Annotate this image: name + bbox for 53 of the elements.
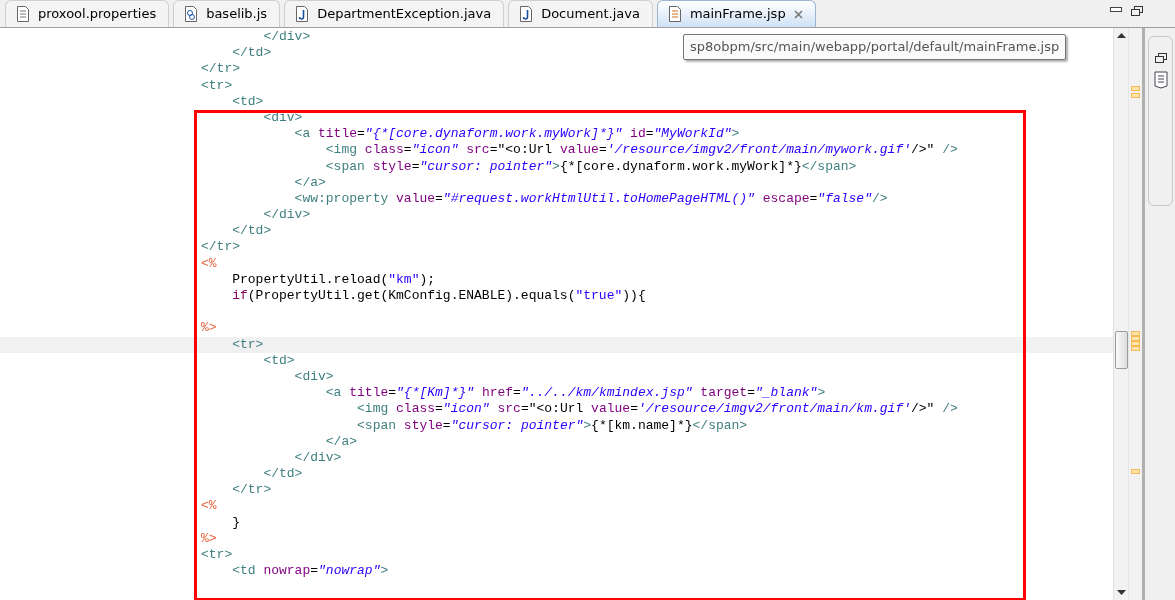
code-line: <div> [262,109,303,125]
restore-icon[interactable] [1154,53,1167,63]
code-line: </td> [231,45,272,61]
code-line: %> [201,320,217,336]
code-line: } [231,514,240,530]
code-line: <span style="cursor: pointer">{*[km.name]*}</span> [356,417,748,433]
code-line: <img class="icon" src="<o:Url value='/resource/imgv2/front/main/km.gif'/>" /> [356,401,958,417]
java-file-icon [295,6,310,22]
minimize-icon[interactable] [1110,7,1122,12]
web-file-icon [667,6,682,22]
code-line: <% [201,498,217,514]
code-line: </td> [231,223,272,239]
code-line: </tr> [201,239,240,255]
code-line: <div> [293,368,334,384]
scroll-up-icon[interactable] [1117,33,1126,38]
file-tab[interactable]: baselib.js [173,0,281,27]
code-line: if(PropertyUtil.get(KmConfig.ENABLE).equals("true")){ [231,288,646,303]
code-line: PropertyUtil.reload("km"); [231,271,436,287]
document-icon[interactable] [1153,71,1168,89]
file-tab[interactable]: DepartmentException.java [284,0,505,27]
code-line: </div> [293,449,342,465]
file-tab[interactable]: Document.java [508,0,653,27]
code-line: </tr> [231,482,272,498]
script-file-icon [184,6,199,22]
code-line: <img class="icon" src="<o:Url value='/resource/imgv2/front/main/mywork.gif'/>" /> [324,142,958,158]
code-line: <td nowrap="nowrap"> [231,563,389,579]
code-line: <a title="{*[core.dynaform.work.myWork]*}" id="MyWorkId"> [293,126,740,142]
code-line: <td> [262,352,295,368]
tooltip: sp8obpm/src/main/webapp/portal/default/mainFrame.jsp [683,34,1067,60]
code-line: <tr> [231,336,264,352]
ruler-mark[interactable] [1131,469,1140,474]
code-line: </a> [324,433,358,449]
file-tab[interactable]: proxool.properties [5,0,170,27]
code-line: <tr> [201,77,233,93]
code-line: <a title="{*[Km]*}" href="../../km/kmindex.jsp" target="_blank"> [324,385,826,401]
code-line: <tr> [201,547,233,562]
code-line: <ww:property value="#request.workHtmlUtil.toHomePageHTML()" escape="false"/> [293,190,888,206]
code-line: <td> [231,93,264,109]
code-line: <% [201,255,217,271]
scroll-down-icon[interactable] [1117,590,1126,595]
code-line: </tr> [201,61,240,77]
text-file-icon [16,6,30,22]
scrollbar-thumb[interactable] [1115,331,1128,369]
code-line: </td> [262,466,303,482]
code-line: %> [201,530,217,546]
java-file-icon [519,6,534,22]
code-line: </a> [293,174,326,190]
maximize-icon[interactable] [1131,6,1143,16]
file-tab[interactable]: mainFrame.jsp [656,0,816,27]
code-line: </div> [262,29,311,44]
code-line: </div> [262,207,311,223]
code-line: <span style="cursor: pointer">{*[core.dynaform.work.myWork]*}</span> [324,158,857,174]
close-icon[interactable] [793,9,803,19]
